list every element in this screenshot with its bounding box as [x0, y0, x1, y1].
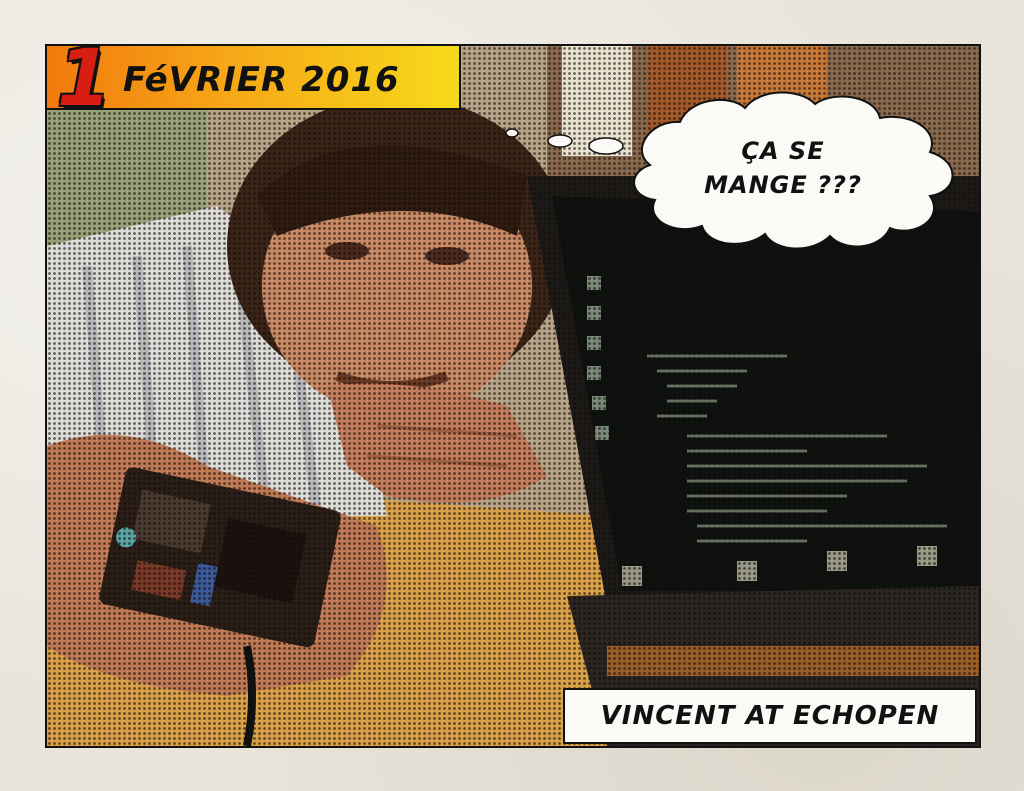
- thought-text: ÇA SE MANGE ???: [648, 134, 918, 202]
- thought-dot-medium: [547, 134, 573, 148]
- date-text: FéVRIER 2016: [123, 60, 400, 100]
- thought-bubble: [505, 91, 954, 250]
- thought-line-2: MANGE ???: [704, 171, 862, 199]
- date-number: 1: [57, 34, 112, 124]
- thought-dot-small: [505, 128, 519, 138]
- caption-text: VINCENT AT ECHOPEN: [600, 701, 940, 731]
- caption-box: VINCENT AT ECHOPEN: [563, 688, 977, 744]
- thought-line-1: ÇA SE: [741, 137, 825, 165]
- date-banner: 1 FéVRIER 2016: [45, 40, 461, 118]
- thought-dot-large: [588, 137, 624, 155]
